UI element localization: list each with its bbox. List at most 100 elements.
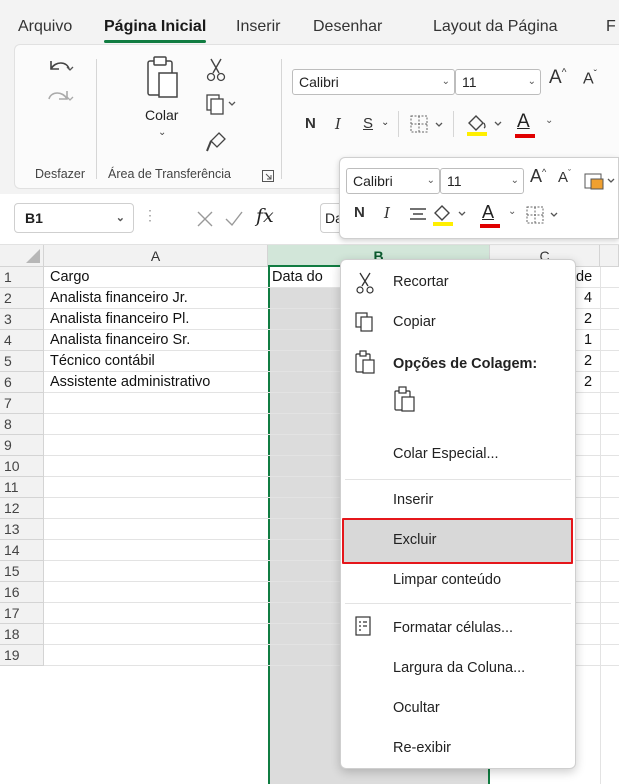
cell-c5[interactable]: 2 (584, 351, 592, 372)
mini-bold-button[interactable]: N (354, 204, 365, 221)
menu-item-formatar-celulas[interactable]: Formatar células... (341, 616, 575, 642)
menu-item-label: Formatar células... (393, 620, 514, 636)
menu-item-largura-da-coluna[interactable]: Largura da Coluna... (341, 658, 575, 684)
mini-font-size-select[interactable]: 11 ⌄ (440, 168, 524, 194)
menu-item-inserir[interactable]: Inserir (341, 490, 575, 516)
name-box[interactable]: B1 ⌄ (14, 203, 134, 233)
borders-icon[interactable] (410, 115, 450, 135)
decrease-font-size-icon[interactable]: Aˇ (583, 69, 597, 88)
menu-item-colar-especial[interactable]: Colar Especial... (341, 446, 575, 474)
cell-a5[interactable]: Técnico contábil (50, 351, 155, 372)
font-color-letter: A (517, 111, 530, 132)
format-painter-icon[interactable] (205, 131, 229, 153)
row-header[interactable]: 19 (0, 645, 44, 666)
menu-item-recortar[interactable]: Recortar (341, 272, 575, 300)
align-center-icon[interactable] (408, 206, 428, 224)
mini-decrease-font-icon[interactable]: Aˇ (558, 168, 571, 186)
cell-a2[interactable]: Analista financeiro Jr. (50, 288, 188, 309)
mini-font-color-button[interactable]: A ⌄ (478, 200, 520, 230)
cell-c4[interactable]: 1 (584, 330, 592, 351)
mini-font-name-select[interactable]: Calibri ⌄ (346, 168, 440, 194)
italic-button[interactable]: I (335, 115, 341, 133)
cancel-icon[interactable] (196, 210, 214, 228)
cell-a4[interactable]: Analista financeiro Sr. (50, 330, 190, 351)
menu-item-limpar-conteudo[interactable]: Limpar conteúdo (341, 570, 575, 596)
cut-icon[interactable] (205, 57, 227, 83)
row-header[interactable]: 6 (0, 372, 44, 393)
mini-font-color-letter: A (482, 202, 495, 222)
select-all-button[interactable] (0, 245, 44, 267)
menu-item-label: Largura da Coluna... (393, 660, 526, 676)
row-header[interactable]: 10 (0, 456, 44, 477)
menu-item-label: Re-exibir (393, 740, 452, 756)
menu-item-re-exibir[interactable]: Re-exibir (341, 738, 575, 764)
fill-color-icon[interactable] (465, 111, 509, 137)
tab-inserir[interactable]: Inserir (236, 18, 280, 36)
font-size-select[interactable]: 11 ⌄ (455, 69, 541, 95)
row-header[interactable]: 18 (0, 624, 44, 645)
row-header[interactable]: 13 (0, 519, 44, 540)
row-header[interactable]: 17 (0, 603, 44, 624)
cell-a3[interactable]: Analista financeiro Pl. (50, 309, 189, 330)
more-options-icon[interactable]: ⋮ (143, 207, 157, 224)
row-header[interactable]: 2 (0, 288, 44, 309)
underline-button[interactable]: S (363, 115, 373, 132)
menu-separator (345, 603, 571, 604)
row-header[interactable]: 14 (0, 540, 44, 561)
row-header[interactable]: 15 (0, 561, 44, 582)
name-box-value: B1 (25, 210, 43, 226)
row-header[interactable]: 4 (0, 330, 44, 351)
redo-icon[interactable] (45, 85, 75, 107)
row-header[interactable]: 12 (0, 498, 44, 519)
font-size-value: 11 (462, 74, 477, 90)
undo-icon[interactable] (45, 57, 75, 79)
tab-layout-pagina[interactable]: Layout da Página (433, 18, 558, 36)
tab-formulas[interactable]: F (606, 18, 616, 36)
cell-c3[interactable]: 2 (584, 309, 592, 330)
paste-option-icon[interactable] (393, 386, 417, 412)
cell-a6[interactable]: Assistente administrativo (50, 372, 210, 393)
row-header[interactable]: 16 (0, 582, 44, 603)
cell-b1: Data do (272, 269, 323, 285)
bold-button[interactable]: N (305, 115, 316, 132)
column-header-d[interactable] (600, 245, 619, 267)
cell-a1[interactable]: Cargo (50, 267, 90, 288)
confirm-icon[interactable] (224, 210, 244, 228)
row-header[interactable]: 11 (0, 477, 44, 498)
menu-item-excluir[interactable]: Excluir (341, 522, 575, 562)
paste-icon[interactable] (145, 55, 179, 99)
row-header[interactable]: 5 (0, 351, 44, 372)
row-header[interactable]: 7 (0, 393, 44, 414)
mini-increase-font-icon[interactable]: A^ (530, 166, 546, 187)
mini-fill-color-icon[interactable] (432, 202, 472, 228)
cell-c6[interactable]: 2 (584, 372, 592, 393)
clipboard-dialog-launcher-icon[interactable] (262, 170, 274, 182)
menu-item-ocultar[interactable]: Ocultar (341, 698, 575, 724)
cell-c2[interactable]: 4 (584, 288, 592, 309)
insert-function-button[interactable]: fx (256, 205, 274, 227)
row-header[interactable]: 1 (0, 267, 44, 288)
row-header[interactable]: 3 (0, 309, 44, 330)
tab-pagina-inicial[interactable]: Página Inicial (104, 18, 207, 43)
font-color-button[interactable]: A ⌄ (513, 109, 559, 139)
font-name-select[interactable]: Calibri ⌄ (292, 69, 455, 95)
mini-borders-icon[interactable] (526, 206, 566, 226)
row-header[interactable]: 9 (0, 435, 44, 456)
cell-c1[interactable]: de (576, 267, 592, 288)
mini-italic-button[interactable]: I (384, 204, 390, 222)
menu-item-copiar[interactable]: Copiar (341, 310, 575, 338)
mini-toolbar: Calibri ⌄ 11 ⌄ A^ Aˇ N I A ⌄ (339, 157, 619, 239)
copy-icon[interactable] (205, 93, 239, 115)
menu-header-opcoes-de-colagem: Opções de Colagem: (341, 350, 575, 378)
tab-arquivo[interactable]: Arquivo (18, 18, 72, 36)
column-header-a[interactable]: A (44, 245, 268, 267)
number-format-icon[interactable] (584, 172, 618, 192)
paste-label[interactable]: Colar (145, 107, 178, 123)
tab-desenhar[interactable]: Desenhar (313, 18, 382, 36)
paste-dropdown-chevron[interactable]: ⌄ (158, 127, 166, 138)
ribbon-separator (96, 59, 97, 179)
chevron-down-icon[interactable]: ⌄ (381, 117, 389, 128)
increase-font-size-icon[interactable]: A^ (549, 67, 566, 89)
row-header[interactable]: 8 (0, 414, 44, 435)
menu-item-label: Copiar (393, 314, 436, 330)
